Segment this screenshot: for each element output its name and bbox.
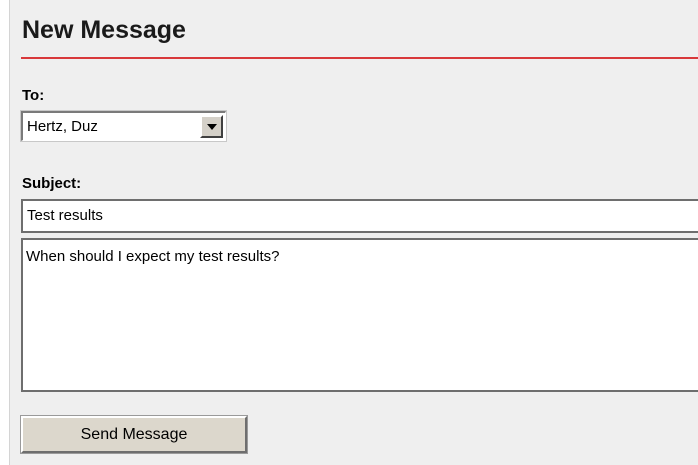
subject-label: Subject: [22,175,82,192]
recipient-selected-value: Hertz, Duz [27,118,98,135]
to-label: To: [22,87,45,104]
send-message-button[interactable]: Send Message [20,415,248,454]
new-message-panel: New Message To: Hertz, Duz Subject: Test… [9,0,698,465]
chevron-down-icon [207,124,217,130]
message-body-textarea[interactable]: When should I expect my test results? [21,238,698,392]
dropdown-button[interactable] [200,115,223,138]
page-title: New Message [22,16,186,44]
subject-input[interactable]: Test results [21,199,698,233]
recipient-select[interactable]: Hertz, Duz [20,110,227,142]
title-divider [21,57,698,59]
